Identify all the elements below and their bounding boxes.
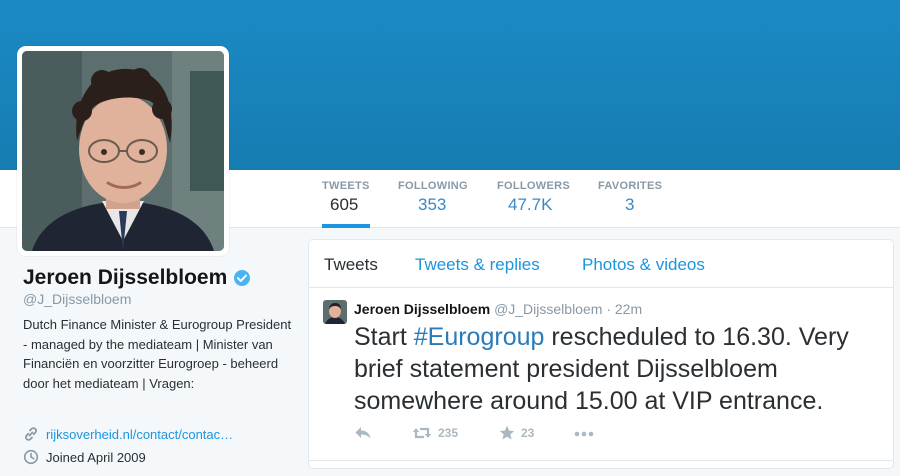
profile-joined: Joined April 2009 bbox=[23, 449, 146, 465]
timeline-tabs: Tweets Tweets & replies Photos & videos bbox=[309, 240, 893, 288]
retweet-count: 235 bbox=[438, 426, 459, 440]
link-icon bbox=[25, 427, 37, 441]
stat-tweets[interactable]: TWEETS 605 bbox=[322, 180, 370, 228]
tweet-author-name[interactable]: Jeroen Dijsselbloem bbox=[354, 301, 490, 317]
avatar-photo bbox=[22, 51, 224, 251]
favorite-count: 23 bbox=[521, 426, 535, 440]
tweet-author-avatar[interactable] bbox=[323, 300, 347, 324]
tweet-header-separator: · bbox=[606, 301, 611, 317]
tweet-hashtag[interactable]: #Eurogroup bbox=[414, 323, 545, 351]
reply-icon bbox=[355, 427, 371, 439]
clock-icon bbox=[23, 449, 39, 465]
timeline-card: Tweets Tweets & replies Photos & videos … bbox=[308, 239, 894, 469]
profile-name[interactable]: Jeroen Dijsselbloem bbox=[23, 266, 251, 290]
tweet-author-handle[interactable]: @J_Dijsselbloem bbox=[494, 301, 602, 317]
star-icon bbox=[499, 425, 515, 440]
retweet-icon bbox=[412, 427, 432, 439]
tweet-text: Start #Eurogroup rescheduled to 16.30. V… bbox=[354, 321, 890, 417]
tab-photos-and-videos[interactable]: Photos & videos bbox=[582, 255, 705, 275]
tweet-header: Jeroen Dijsselbloem @J_Dijsselbloem · 22… bbox=[354, 301, 642, 317]
next-tweet-divider bbox=[309, 460, 893, 461]
stat-following[interactable]: FOLLOWING 353 bbox=[398, 180, 468, 228]
more-icon bbox=[574, 431, 594, 437]
retweet-button[interactable]: 235 bbox=[412, 425, 458, 441]
profile-bio: Dutch Finance Minister & Eurogroup Presi… bbox=[23, 317, 292, 391]
stat-label: TWEETS bbox=[322, 180, 370, 192]
stat-value: 353 bbox=[418, 195, 447, 214]
profile-avatar[interactable] bbox=[17, 46, 229, 256]
more-button[interactable] bbox=[573, 425, 601, 441]
profile-joined-text: Joined April 2009 bbox=[46, 449, 146, 465]
stat-followers[interactable]: FOLLOWERS 47.7K bbox=[497, 180, 570, 228]
stat-favorites[interactable]: FAVORITES 3 bbox=[598, 180, 662, 228]
stat-label: FOLLOWERS bbox=[497, 180, 570, 192]
reply-button[interactable] bbox=[354, 425, 378, 441]
tweet-timestamp[interactable]: 22m bbox=[615, 301, 642, 317]
profile-name-text: Jeroen Dijsselbloem bbox=[23, 266, 228, 289]
tab-tweets[interactable]: Tweets bbox=[324, 255, 378, 275]
stat-label: FOLLOWING bbox=[398, 180, 468, 192]
tweet-text-start: Start bbox=[354, 323, 414, 351]
tweet-avatar-photo bbox=[323, 300, 347, 324]
stat-value: 3 bbox=[625, 195, 635, 214]
tab-tweets-and-replies[interactable]: Tweets & replies bbox=[415, 255, 540, 275]
favorite-button[interactable]: 23 bbox=[499, 425, 534, 441]
profile-handle[interactable]: @J_Dijsselbloem bbox=[23, 291, 131, 307]
profile-website-link[interactable]: rijksoverheid.nl/contact/contac… bbox=[46, 427, 233, 442]
verified-badge-icon bbox=[234, 270, 251, 286]
profile-website[interactable]: rijksoverheid.nl/contact/contac… bbox=[23, 426, 233, 442]
stat-value: 47.7K bbox=[508, 195, 553, 214]
stat-value: 605 bbox=[330, 195, 359, 214]
stat-label: FAVORITES bbox=[598, 180, 663, 192]
